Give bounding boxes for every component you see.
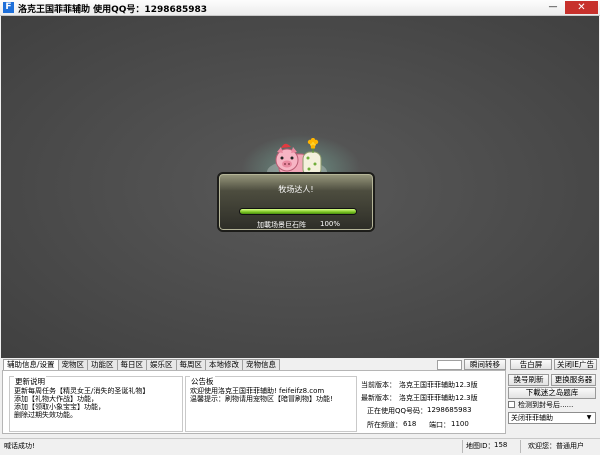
status-divider [462, 440, 463, 453]
notice-line: 温馨提示：刷物请用宠物区【暗冒刷物】功能! [190, 395, 333, 403]
game-viewport[interactable]: 牧场达人! 加載场景巨石阵 100% [1, 16, 599, 358]
tab-bar: 辅助信息/设置 宠物区 功能区 每日区 娱乐区 每周区 本地修改 宠物信息 [3, 359, 281, 370]
channel-value: 618 [403, 420, 417, 428]
update-notes-group: 更新说明 更新每周任务【精灵女王/消失的圣诞礼物】 添加【礼物大作战】功能， 添… [9, 376, 183, 432]
tab-5[interactable]: 每周区 [175, 359, 207, 370]
ban-detect-checkbox[interactable] [508, 401, 515, 408]
loading-status: 加載场景巨石阵 [257, 221, 306, 229]
ban-action-select-value: 关闭菲菲辅助 [511, 414, 553, 422]
qq-value: 1298685983 [427, 406, 472, 414]
channel-label: 所在频道： [367, 421, 402, 429]
tab-1[interactable]: 宠物区 [57, 359, 89, 370]
user-greeting: 欢迎您：普通用户 [528, 442, 584, 450]
teleport-input[interactable] [437, 360, 462, 370]
ban-detect-label: 检测到封号后...... [518, 401, 574, 409]
tab-content-panel: 更新说明 更新每周任务【精灵女王/消失的圣诞礼物】 添加【礼物大作战】功能， 添… [2, 370, 506, 434]
tab-3[interactable]: 每日区 [116, 359, 148, 370]
loading-progress-bar [239, 208, 357, 215]
map-id-label: 地图ID： [466, 442, 495, 450]
tab-7[interactable]: 宠物信息 [242, 359, 281, 370]
qq-label: 正在使用QQ号码： [367, 407, 428, 415]
current-version-label: 当前版本： [361, 381, 396, 389]
loading-percent: 100% [320, 220, 341, 228]
tab-0[interactable]: 辅助信息/设置 [3, 359, 59, 370]
download-quiz-bank-button[interactable]: 下載迷之岛题库 [508, 387, 596, 399]
tab-6[interactable]: 本地修改 [205, 359, 244, 370]
change-server-button[interactable]: 更换服务器 [551, 374, 596, 386]
tab-2[interactable]: 功能区 [87, 359, 118, 370]
current-version-value: 洛克王国菲菲辅助12.3版 [399, 381, 478, 389]
ban-action-select[interactable]: 关闭菲菲辅助 ▼ [508, 412, 596, 424]
tab-4[interactable]: 娱乐区 [146, 359, 177, 370]
switch-account-refresh-button[interactable]: 换号刷新 [508, 374, 549, 386]
latest-version-label: 最新版本： [361, 394, 396, 402]
chevron-down-icon: ▼ [586, 414, 592, 421]
loading-title: 牧场达人! [278, 185, 314, 194]
title-bar[interactable]: F 洛克王国菲菲辅助 使用QQ号：1298685983 — ✕ [0, 0, 600, 16]
status-divider [520, 440, 521, 453]
notice-board-group: 公告板 欢迎使用洛克王国菲菲辅助! feifeifz8.com 温馨提示：刷物请… [185, 376, 357, 432]
latest-version-value: 洛克王国菲菲辅助12.3版 [399, 394, 478, 402]
loading-panel: 牧场达人! 加載场景巨石阵 100% [217, 172, 375, 232]
window-title: 洛克王国菲菲辅助 使用QQ号：1298685983 [18, 5, 208, 15]
update-note-line: 删除过期失效功能。 [14, 411, 77, 419]
minimize-button[interactable]: — [543, 1, 563, 14]
map-id-value: 158 [494, 441, 508, 449]
app-icon: F [3, 2, 14, 13]
port-label: 端口： [429, 421, 450, 429]
port-value: 1100 [451, 420, 469, 428]
status-message: 喊话成功! [4, 442, 35, 450]
instant-move-button[interactable]: 瞬间转移 [464, 359, 506, 370]
alert-screen-button[interactable]: 告白屏 [510, 359, 552, 370]
close-ads-button[interactable]: 关闭IE广告 [554, 359, 597, 370]
loading-progress-fill [240, 209, 356, 214]
close-button[interactable]: ✕ [565, 1, 598, 14]
status-bar: 喊话成功! 地图ID： 158 欢迎您：普通用户 [0, 438, 600, 455]
